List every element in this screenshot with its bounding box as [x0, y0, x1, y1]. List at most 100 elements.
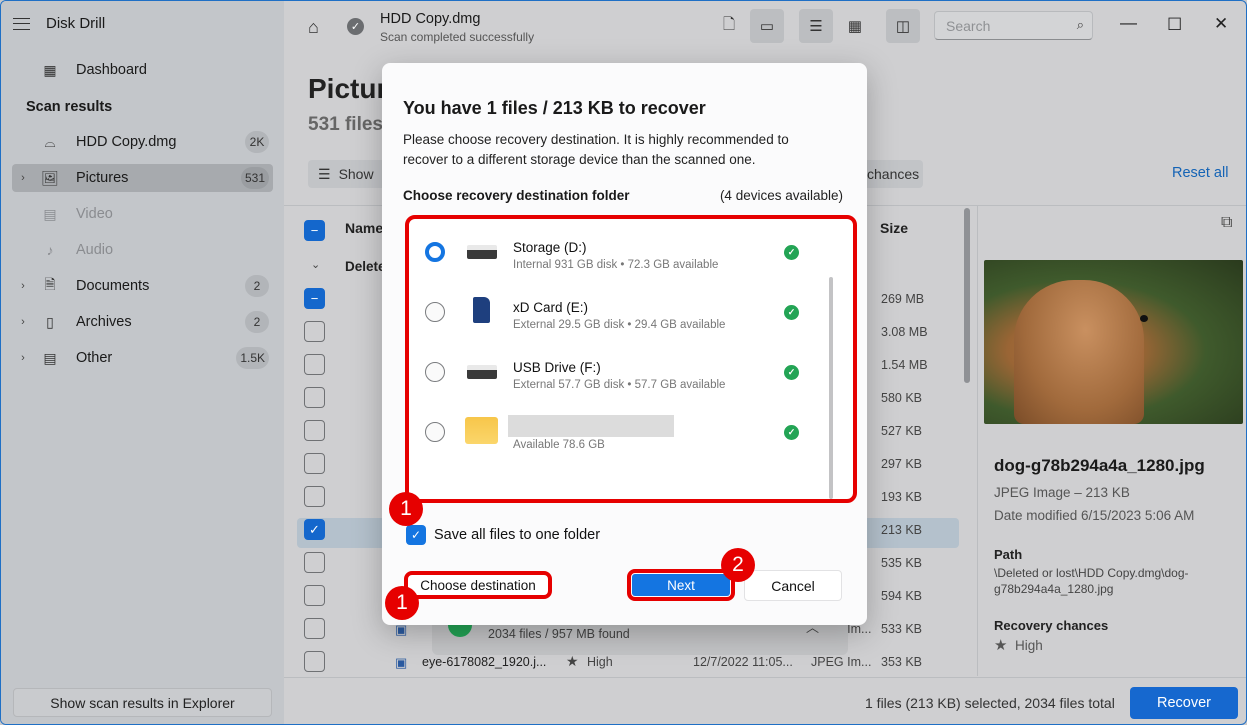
file-type: JPEG Im... — [811, 655, 872, 669]
grid-view-button[interactable]: ▦ — [838, 9, 872, 43]
dialog-description: Please choose recovery destination. It i… — [403, 132, 789, 167]
search-input[interactable]: Search ⌕ — [934, 11, 1093, 40]
device-item-folder[interactable]: Available 78.6 GB ✓ — [409, 407, 839, 467]
file-view-button[interactable]: 🗋 — [712, 9, 746, 43]
list-scrollbar[interactable] — [829, 277, 833, 499]
device-item-storage[interactable]: Storage (D:) Internal 931 GB disk • 72.3… — [409, 227, 839, 287]
home-icon[interactable]: ⌂ — [308, 17, 319, 38]
path-label: Path — [994, 547, 1023, 562]
cancel-button[interactable]: Cancel — [744, 570, 842, 601]
sidebar-item-dashboard[interactable]: ▦ Dashboard — [12, 56, 273, 84]
close-icon[interactable]: ✕ — [1214, 14, 1228, 34]
chevron-down-icon[interactable]: ⌄ — [311, 258, 320, 271]
row-checkbox[interactable] — [304, 321, 325, 342]
preview-pane: ⧉ dog-g78b294a4a_1280.jpg JPEG Image – 2… — [977, 206, 1246, 676]
sidebar-item-other[interactable]: › ▤ Other 1.5K — [12, 344, 273, 372]
page-title: Pictur — [308, 73, 388, 104]
grid-icon: ▦ — [847, 18, 863, 35]
sidebar-item-documents[interactable]: › 🗎 Documents 2 — [12, 272, 273, 300]
sidebar-item-hdd-copy[interactable]: ⌓ HDD Copy.dmg 2K — [12, 128, 273, 156]
row-checkbox[interactable] — [304, 585, 325, 606]
scan-title: HDD Copy.dmg — [380, 11, 481, 27]
minimize-icon[interactable]: — — [1120, 13, 1137, 33]
reset-all-link[interactable]: Reset all — [1172, 165, 1228, 181]
open-external-icon[interactable]: ⧉ — [1221, 214, 1232, 232]
device-details: External 29.5 GB disk • 29.4 GB availabl… — [513, 319, 726, 331]
check-circle-icon: ✓ — [347, 18, 364, 35]
preview-filetype: JPEG Image – 213 KB — [994, 485, 1130, 500]
folder-view-button[interactable]: ▭ — [750, 9, 784, 43]
sidebar-item-pictures[interactable]: › 🖼 Pictures 531 — [12, 164, 273, 192]
checkbox-checked[interactable]: ✓ — [406, 525, 426, 545]
radio-button[interactable] — [425, 242, 445, 262]
folder-icon: ▭ — [759, 18, 775, 35]
row-checkbox[interactable] — [304, 453, 325, 474]
sidebar-panel-icon: ◫ — [895, 18, 911, 35]
chances-label: chances — [867, 166, 920, 182]
table-scrollbar[interactable] — [964, 208, 970, 383]
sidebar-item-label: Other — [76, 350, 113, 366]
device-item-usb-drive[interactable]: USB Drive (F:) External 57.7 GB disk • 5… — [409, 347, 839, 407]
choose-destination-button[interactable]: Choose destination — [404, 571, 552, 599]
column-size-header[interactable]: Size — [880, 220, 908, 236]
count-badge: 1.5K — [236, 347, 269, 369]
sidebar-item-audio[interactable]: ♪ Audio — [12, 236, 273, 264]
document-icon: 🗎 — [44, 276, 56, 292]
sidebar-item-video[interactable]: ▤ Video — [12, 200, 273, 228]
row-checkbox[interactable] — [304, 651, 325, 672]
select-all-checkbox[interactable]: − — [304, 220, 325, 241]
recovery-chances-value: High — [1015, 638, 1043, 653]
device-name: Storage (D:) — [513, 240, 587, 255]
file-size: 297 KB — [881, 457, 923, 471]
file-size: 193 KB — [881, 490, 923, 504]
column-name-header[interactable]: Name — [345, 220, 383, 236]
chevron-right-icon[interactable]: › — [12, 172, 34, 184]
radio-button[interactable] — [425, 422, 445, 442]
check-circle-icon: ✓ — [784, 245, 799, 260]
save-one-folder-checkbox[interactable]: ✓ Save all files to one folder — [406, 525, 600, 545]
hard-drive-icon — [467, 365, 497, 379]
row-checkbox[interactable]: − — [304, 288, 325, 309]
chevron-right-icon[interactable]: › — [12, 352, 34, 364]
scan-results-label: Scan results — [26, 99, 113, 115]
radio-button[interactable] — [425, 302, 445, 322]
step-annotation: 1 — [385, 586, 419, 620]
device-details: Internal 931 GB disk • 72.3 GB available — [513, 259, 719, 271]
sidebar-item-label: Pictures — [76, 170, 129, 186]
show-in-explorer-button[interactable]: Show scan results in Explorer — [13, 688, 272, 717]
recover-button[interactable]: Recover — [1130, 687, 1238, 719]
next-button-highlight: Next — [627, 569, 735, 601]
preview-pane-button[interactable]: ◫ — [886, 9, 920, 43]
file-size: 594 KB — [881, 589, 923, 603]
row-checkbox[interactable] — [304, 420, 325, 441]
maximize-icon[interactable]: ☐ — [1167, 15, 1182, 35]
sidebar-item-label: Archives — [76, 314, 132, 330]
menu-icon[interactable] — [13, 17, 30, 30]
list-view-button[interactable]: ☰ — [799, 9, 833, 43]
row-checkbox[interactable] — [304, 486, 325, 507]
row-checkbox[interactable]: ✓ — [304, 519, 325, 540]
dog-shape — [1014, 280, 1144, 424]
hard-drive-icon — [467, 245, 497, 259]
row-checkbox[interactable] — [304, 552, 325, 573]
chevron-right-icon[interactable]: › — [12, 280, 34, 292]
file-size: 353 KB — [881, 655, 923, 669]
destination-list: Storage (D:) Internal 931 GB disk • 72.3… — [405, 215, 857, 503]
show-filter-button[interactable]: ☰ Show — [308, 160, 388, 188]
row-checkbox[interactable] — [304, 387, 325, 408]
file-size: 535 KB — [881, 556, 923, 570]
device-details: External 57.7 GB disk • 57.7 GB availabl… — [513, 379, 726, 391]
app-window: Disk Drill ▦ Dashboard Scan results ⌓ HD… — [0, 0, 1247, 725]
image-icon: 🖼 — [41, 169, 59, 186]
row-checkbox[interactable] — [304, 354, 325, 375]
device-item-xd-card[interactable]: xD Card (E:) External 29.5 GB disk • 29.… — [409, 287, 839, 347]
film-icon: ▤ — [43, 205, 57, 222]
sidebar-item-archives[interactable]: › ▯ Archives 2 — [12, 308, 273, 336]
row-checkbox[interactable] — [304, 618, 325, 639]
file-name[interactable]: eye-6178082_1920.j... — [422, 655, 546, 669]
radio-button[interactable] — [425, 362, 445, 382]
next-button[interactable]: Next — [632, 574, 730, 596]
chevron-right-icon[interactable]: › — [12, 316, 34, 328]
selection-status: 1 files (213 KB) selected, 2034 files to… — [865, 695, 1115, 711]
footer-bar: 1 files (213 KB) selected, 2034 files to… — [284, 677, 1246, 724]
